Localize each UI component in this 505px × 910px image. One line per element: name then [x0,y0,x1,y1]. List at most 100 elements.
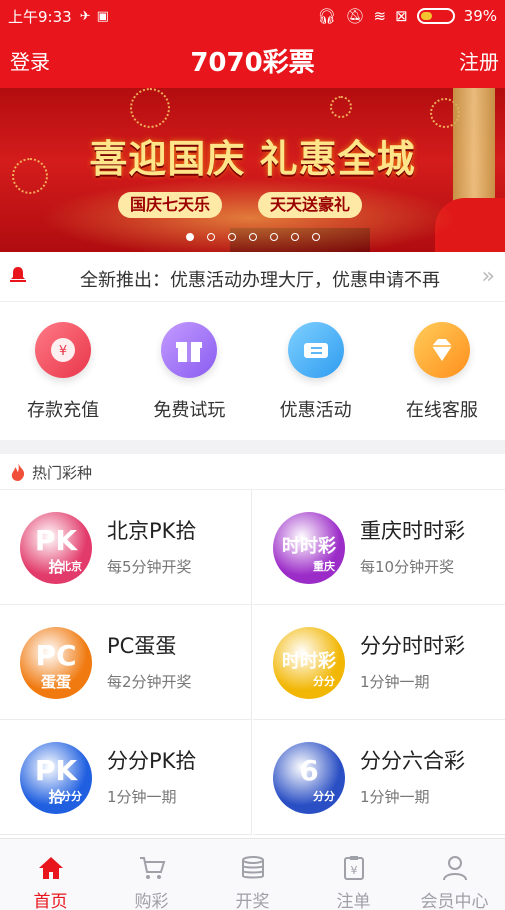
carousel-dot[interactable] [206,233,215,241]
lottery-item[interactable]: PC 蛋蛋 PC蛋蛋 每2分钟开奖 [0,605,252,720]
lottery-item[interactable]: 时时彩 分分 分分时时彩 1分钟一期 [253,605,505,720]
carousel-dot[interactable] [185,233,194,241]
logo-text: PK [34,754,78,787]
logo-tag-text: 重庆 [313,560,335,573]
logo-tag-text: 北京 [60,560,82,573]
register-button[interactable]: 注册 [459,46,499,75]
hot-lottery-header: 热门彩种 [0,454,505,490]
logo-text: PC [35,639,77,672]
fire-icon [11,463,25,481]
firework-decoration [130,88,170,128]
notice-bar[interactable]: 全新推出：优惠活动办理大厅，优惠申请不再 » [0,252,505,302]
lottery-logo-icon: PK 拾分分 [20,742,92,814]
quick-action-label: 在线客服 [405,400,478,421]
headphones-icon: 🎧︎ [317,7,337,25]
carousel-indicator[interactable] [0,233,505,241]
banner-tag: 天天送豪礼 [258,192,363,218]
app-header: 登录 7070彩票 注册 [0,32,505,88]
mute-icon: 🔕︎ [345,7,365,25]
lottery-logo-icon: 时时彩重庆 [273,512,345,584]
carousel-dot[interactable] [290,233,299,241]
logo-text: PK [34,524,78,557]
home-icon [0,855,101,885]
lottery-grid: PK 拾北京 北京PK拾 每5分钟开奖 时时彩 重庆 重庆时时彩 每10分钟开奖 PC 蛋蛋 PC蛋… [0,490,505,838]
notice-text: 全新推出：优惠活动办理大厅，优惠申请不再 [80,270,440,291]
quick-action-label: 优惠活动 [279,400,352,421]
logo-text: 6 [299,754,319,787]
user-icon [404,855,505,885]
tab-user[interactable]: 会员中心 [404,839,505,910]
lottery-schedule: 每5分钟开奖 [107,558,192,576]
lottery-schedule: 1分钟一期 [107,788,177,806]
tab-label: 购彩 [134,892,169,910]
logo-tag-text: 分分 [60,790,82,803]
logo-sub-text: 蛋蛋 [40,673,71,691]
svg-text:¥: ¥ [350,864,357,877]
promo-banner[interactable]: 喜迎国庆 礼惠全城 国庆七天乐 天天送豪礼 [0,88,505,252]
tab-label: 开奖 [235,892,270,910]
plane-notification-icon: ✈ [79,8,91,24]
tab-label: 首页 [33,892,68,910]
logo-tag-text: 分分 [313,675,335,688]
lottery-name: 分分PK拾 [107,749,197,773]
ticket-icon [287,322,344,378]
lottery-item[interactable]: PK 拾分分 分分PK拾 1分钟一期 [0,720,252,835]
coins-icon [202,855,303,885]
tab-coins[interactable]: 开奖 [202,839,303,910]
carousel-dot[interactable] [227,233,236,241]
lottery-name: 分分时时彩 [360,634,465,658]
svg-text:¥: ¥ [59,344,67,359]
logo-text: 时时彩 [282,651,336,672]
carousel-dot[interactable] [311,233,320,241]
app-notification-icon: ▣ [96,8,109,24]
lottery-schedule: 1分钟一期 [360,788,430,806]
customer-service-button[interactable]: 在线客服 [379,302,505,440]
logo-text: 时时彩 [282,536,336,557]
lottery-item[interactable]: 时时彩 重庆 重庆时时彩 每10分钟开奖 [253,490,505,605]
lottery-logo-icon: PC 蛋蛋 [20,627,92,699]
battery-percent: 39% [463,7,497,25]
lottery-schedule: 每2分钟开奖 [107,673,192,691]
diamond-icon [413,322,470,378]
logo-tag-text: 分分 [313,790,335,803]
bottom-tab-bar: 首页 购彩 开奖 ¥ 注单 会员中心 [0,838,505,910]
carousel-dot[interactable] [248,233,257,241]
lottery-name: 分分六合彩 [360,749,465,773]
lottery-schedule: 每10分钟开奖 [360,558,455,576]
lottery-item[interactable]: PK 拾北京 北京PK拾每5分钟开奖 [0,490,252,605]
tab-label: 会员中心 [420,892,489,910]
sim-icon: ⊠ [395,7,408,25]
tab-label: 注单 [336,892,371,910]
section-title: 热门彩种 [32,464,93,482]
cart-icon [101,855,202,885]
deposit-button[interactable]: ¥ 存款充值 [0,302,126,440]
lottery-name: PC蛋蛋 [107,634,177,658]
login-button[interactable]: 登录 [10,46,50,75]
tab-cart[interactable]: 购彩 [101,839,202,910]
battery-icon [416,8,455,24]
lottery-logo-icon: PK 拾北京 [20,512,92,584]
quick-action-label: 免费试玩 [153,400,226,421]
promotions-button[interactable]: 优惠活动 [253,302,379,440]
tab-home[interactable]: 首页 [0,839,101,910]
quick-actions: ¥ 存款充值 免费试玩 优惠活动 在线客服 [0,302,505,440]
carousel-dot[interactable] [269,233,278,241]
section-divider [0,440,505,454]
free-trial-button[interactable]: 免费试玩 [126,302,252,440]
lottery-logo-icon: 时时彩分分 [273,627,345,699]
lottery-item[interactable]: 6 分分 分分六合彩 1分钟一期 [253,720,505,835]
lottery-name: 重庆时时彩 [360,519,465,543]
firework-decoration [330,96,352,118]
status-time: 上午9:33 [8,7,72,26]
status-bar: 上午9:33 ✈ ▣ 🎧︎ 🔕︎ ≋ ⊠ 39% [0,0,505,32]
gift-icon [161,322,218,378]
lottery-schedule: 1分钟一期 [360,673,430,691]
tab-order[interactable]: ¥ 注单 [303,839,404,910]
lottery-name: 北京PK拾 [107,519,197,543]
app-title: 7070彩票 [190,48,315,78]
order-icon: ¥ [303,855,404,885]
chevron-right-icon[interactable]: » [482,264,495,289]
wifi-icon: ≋ [373,7,387,25]
banner-tag: 国庆七天乐 [118,192,223,218]
banner-headline: 喜迎国庆 礼惠全城 [89,137,416,181]
